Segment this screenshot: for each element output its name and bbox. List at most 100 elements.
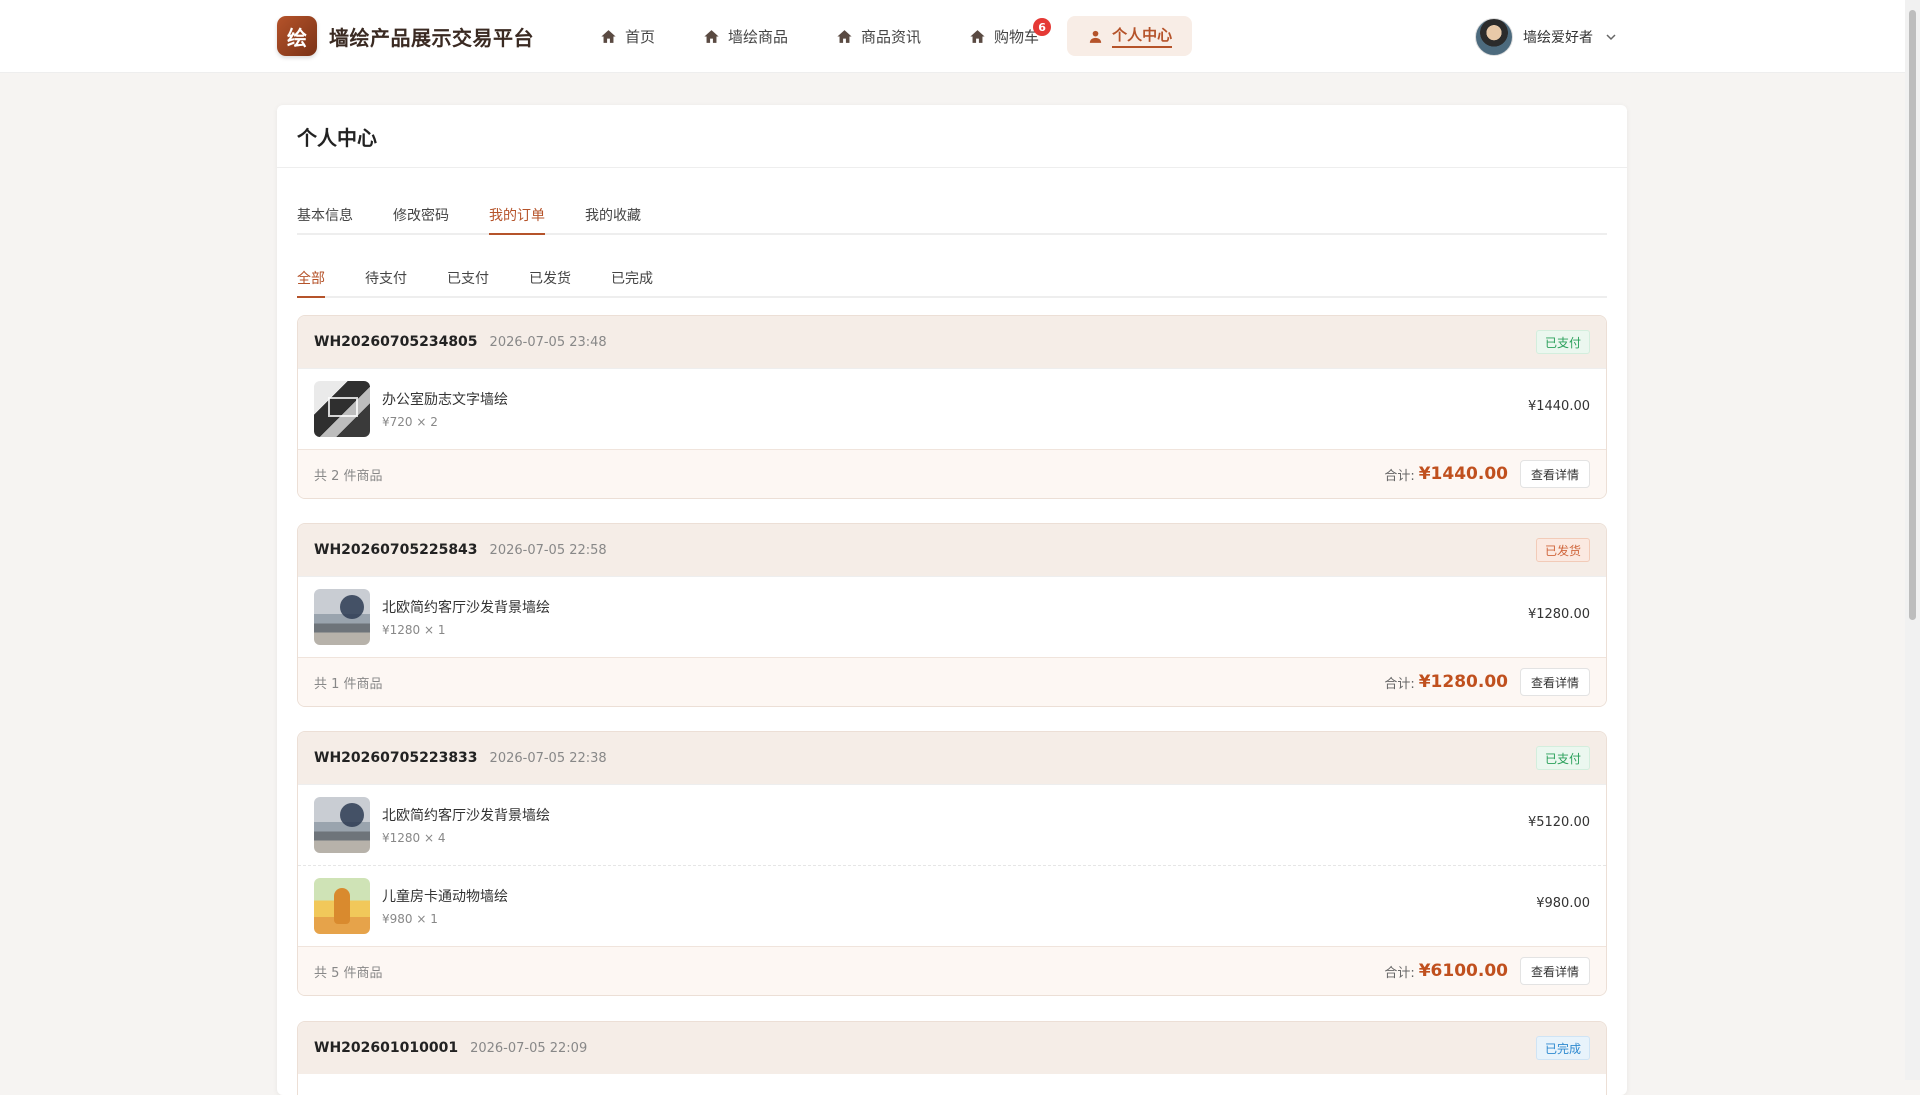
subtab-all[interactable]: 全部: [297, 260, 325, 298]
nav-item-home[interactable]: 首页: [580, 16, 675, 56]
view-details-button[interactable]: 查看详情: [1519, 460, 1590, 488]
home-icon: [601, 29, 616, 43]
item-count: 共 2 件商品: [314, 468, 383, 484]
home-icon: [970, 29, 985, 43]
status-badge: 已支付: [1535, 330, 1590, 354]
tab-my-favorites[interactable]: 我的收藏: [585, 197, 641, 233]
nav-item-profile[interactable]: 个人中心: [1067, 16, 1193, 56]
total-value: ¥1280.00: [1418, 672, 1508, 692]
cart-count-badge: 6: [1033, 18, 1052, 36]
order-header: WH20260705225843 2026-07-05 22:58 已发货: [298, 524, 1606, 576]
status-badge: 已支付: [1535, 746, 1590, 770]
top-navbar: 绘 墙绘产品展示交易平台 首页 墙绘商品 商品资讯 购物车 6 个人中心 墙绘爱…: [0, 0, 1905, 73]
order-time: 2026-07-05 23:48: [489, 334, 607, 350]
chevron-down-icon: [1606, 34, 1616, 41]
item-count: 共 5 件商品: [314, 965, 383, 981]
user-icon: [1089, 30, 1102, 43]
profile-panel: 个人中心 基本信息 修改密码 我的订单 我的收藏 全部 待支付 已支付 已发货 …: [277, 105, 1627, 1095]
subtab-shipped[interactable]: 已发货: [529, 260, 571, 296]
item-info: 儿童房卡通动物墙绘 ¥980 × 1: [382, 886, 508, 926]
subtab-paid[interactable]: 已支付: [447, 260, 489, 296]
item-count: 共 1 件商品: [314, 676, 383, 692]
brand-title: 墙绘产品展示交易平台: [329, 25, 534, 50]
order-card: WH20260705223833 2026-07-05 22:38 已支付 北欧…: [297, 731, 1607, 996]
tab-change-password[interactable]: 修改密码: [393, 197, 449, 233]
nav-item-products[interactable]: 墙绘商品: [683, 16, 808, 56]
nav-label: 墙绘商品: [728, 27, 789, 46]
subtab-pending-payment[interactable]: 待支付: [365, 260, 407, 296]
order-header: WH20260705223833 2026-07-05 22:38 已支付: [298, 732, 1606, 784]
item-info: 北欧简约客厅沙发背景墙绘 ¥1280 × 1: [382, 597, 550, 637]
nav-item-cart[interactable]: 购物车 6: [949, 16, 1059, 56]
order-footer: 共 5 件商品 合计: ¥6100.00 查看详情: [298, 946, 1606, 995]
brand[interactable]: 绘 墙绘产品展示交易平台: [277, 16, 534, 56]
total-label: 合计:: [1384, 965, 1415, 981]
order-number: WH20260705234805: [314, 334, 478, 350]
item-subtotal: ¥1280.00: [1527, 607, 1590, 622]
tab-my-orders[interactable]: 我的订单: [489, 197, 545, 235]
order-header: WH20260705234805 2026-07-05 23:48 已支付: [298, 316, 1606, 368]
brand-logo: 绘: [277, 16, 317, 56]
profile-tabs: 基本信息 修改密码 我的订单 我的收藏: [297, 197, 1607, 235]
order-item[interactable]: 北欧简约客厅沙发背景墙绘 ¥1280 × 4 ¥5120.00: [298, 784, 1606, 865]
product-name[interactable]: 北欧简约客厅沙发背景墙绘: [382, 805, 550, 825]
view-details-button[interactable]: 查看详情: [1519, 957, 1590, 985]
nav-item-news[interactable]: 商品资讯: [816, 16, 941, 56]
nav-label: 个人中心: [1112, 24, 1173, 48]
product-name[interactable]: 儿童房卡通动物墙绘: [382, 886, 508, 906]
product-thumbnail[interactable]: [314, 797, 370, 853]
nav-label: 首页: [625, 27, 656, 46]
order-card: WH20260705225843 2026-07-05 22:58 已发货 北欧…: [297, 523, 1607, 707]
order-item[interactable]: 儿童房卡通动物墙绘 ¥980 × 1 ¥980.00: [298, 865, 1606, 946]
item-subtotal: ¥980.00: [1536, 896, 1590, 911]
order-item[interactable]: 北欧简约客厅沙发背景墙绘 ¥1280 × 1 ¥1280.00: [298, 576, 1606, 657]
home-icon: [704, 29, 719, 43]
status-badge: 已完成: [1535, 1036, 1590, 1060]
order-card: WH202601010001 2026-07-05 22:09 已完成: [297, 1021, 1607, 1095]
unit-price-quantity: ¥720 × 2: [382, 415, 438, 429]
order-header: WH202601010001 2026-07-05 22:09 已完成: [298, 1022, 1606, 1074]
main-nav: 首页 墙绘商品 商品资讯 购物车 6 个人中心: [580, 16, 1200, 56]
order-item[interactable]: 办公室励志文字墙绘 ¥720 × 2 ¥1440.00: [298, 368, 1606, 449]
total-value: ¥1440.00: [1418, 464, 1508, 484]
nav-label: 商品资讯: [861, 27, 922, 46]
total-label: 合计:: [1384, 676, 1415, 692]
item-info: 北欧简约客厅沙发背景墙绘 ¥1280 × 4: [382, 805, 550, 845]
item-subtotal: ¥1440.00: [1527, 399, 1590, 414]
panel-header: 个人中心: [277, 105, 1627, 168]
product-thumbnail[interactable]: [314, 878, 370, 934]
order-number: WH20260705225843: [314, 542, 478, 558]
page-scrollbar[interactable]: [1905, 0, 1920, 1080]
total-label: 合计:: [1384, 468, 1415, 484]
order-time: 2026-07-05 22:58: [489, 542, 607, 558]
item-info: 办公室励志文字墙绘 ¥720 × 2: [382, 389, 508, 429]
status-badge: 已发货: [1535, 538, 1590, 562]
subtab-completed[interactable]: 已完成: [611, 260, 653, 296]
scrollbar-thumb[interactable]: [1909, 10, 1916, 620]
order-footer: 共 1 件商品 合计: ¥1280.00 查看详情: [298, 657, 1606, 706]
view-details-button[interactable]: 查看详情: [1519, 668, 1590, 696]
home-icon: [837, 29, 852, 43]
user-name: 墙绘爱好者: [1523, 30, 1593, 46]
order-status-tabs: 全部 待支付 已支付 已发货 已完成: [297, 260, 1607, 298]
order-total: 合计: ¥1440.00 查看详情: [1384, 460, 1590, 488]
order-number: WH20260705223833: [314, 750, 478, 766]
order-card: WH20260705234805 2026-07-05 23:48 已支付 办公…: [297, 315, 1607, 499]
order-number: WH202601010001: [314, 1040, 459, 1056]
total-value: ¥6100.00: [1418, 961, 1508, 981]
order-footer: 共 2 件商品 合计: ¥1440.00 查看详情: [298, 449, 1606, 498]
order-time: 2026-07-05 22:09: [470, 1040, 588, 1056]
product-thumbnail[interactable]: [314, 381, 370, 437]
order-total: 合计: ¥6100.00 查看详情: [1384, 957, 1590, 985]
unit-price-quantity: ¥1280 × 1: [382, 623, 446, 637]
product-name[interactable]: 办公室励志文字墙绘: [382, 389, 508, 409]
unit-price-quantity: ¥980 × 1: [382, 912, 438, 926]
unit-price-quantity: ¥1280 × 4: [382, 831, 446, 845]
order-total: 合计: ¥1280.00 查看详情: [1384, 668, 1590, 696]
product-thumbnail[interactable]: [314, 589, 370, 645]
tab-basic-info[interactable]: 基本信息: [297, 197, 353, 233]
item-subtotal: ¥5120.00: [1527, 815, 1590, 830]
user-menu[interactable]: 墙绘爱好者: [1475, 18, 1617, 56]
product-name[interactable]: 北欧简约客厅沙发背景墙绘: [382, 597, 550, 617]
order-time: 2026-07-05 22:38: [489, 750, 607, 766]
